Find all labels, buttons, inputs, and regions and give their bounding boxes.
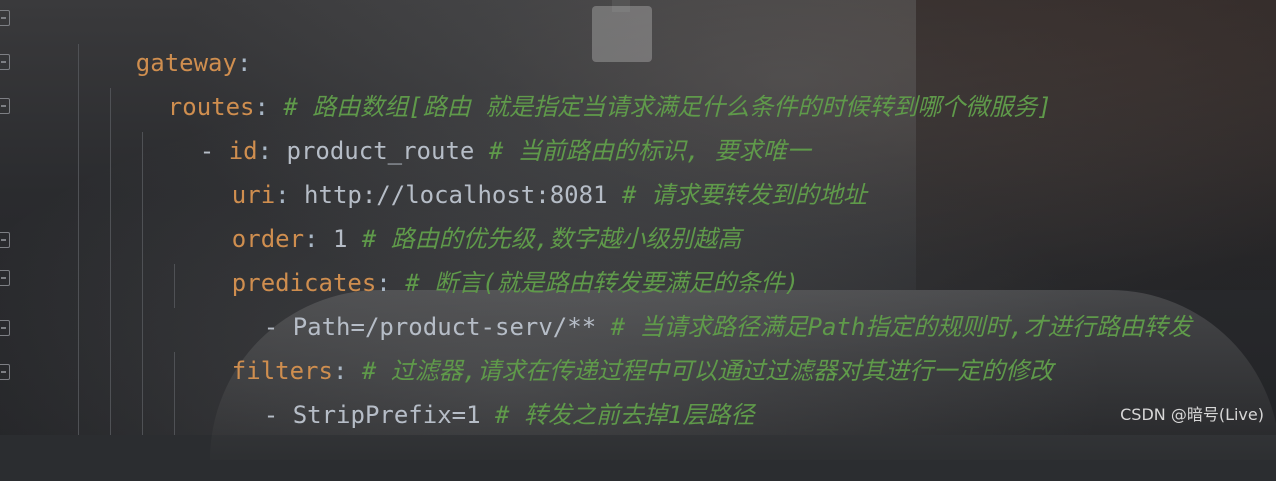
watermark-label: CSDN @暗号(Live): [1120, 405, 1264, 424]
code-line[interactable]: order: 1 # 路由的优先级,数字越小级别越高: [174, 173, 741, 253]
editor-gutter: [0, 0, 46, 435]
yaml-value: StripPrefix=1: [292, 401, 495, 429]
code-line[interactable]: predicates: # 断言(就是路由转发要满足的条件): [174, 217, 799, 297]
fold-marker-icon[interactable]: [0, 10, 10, 26]
code-line[interactable]: uri: http://localhost:8081 # 请求要转发到的地址: [174, 129, 867, 209]
yaml-comment: # 转发之前去掉1层路径: [495, 401, 755, 429]
code-line[interactable]: filters: # 过滤器,请求在传递过程中可以通过过滤器对其进行一定的修改: [174, 305, 1053, 385]
fold-marker-icon[interactable]: [0, 98, 10, 114]
code-line[interactable]: - id: product_route # 当前路由的标识, 要求唯一: [142, 85, 811, 165]
fold-marker-icon[interactable]: [0, 270, 10, 286]
fold-marker-icon[interactable]: [0, 232, 10, 248]
fold-marker-icon[interactable]: [0, 320, 10, 336]
code-line[interactable]: - StripPrefix=1 # 转发之前去掉1层路径: [206, 349, 755, 429]
code-line[interactable]: gateway:: [78, 0, 252, 77]
fold-marker-icon[interactable]: [0, 54, 10, 70]
code-line[interactable]: routes: # 路由数组[路由 就是指定当请求满足什么条件的时候转到哪个微服…: [110, 41, 1052, 121]
list-dash: -: [263, 401, 293, 429]
fold-marker-icon[interactable]: [0, 364, 10, 380]
code-line[interactable]: - Path=/product-serv/** # 当请求路径满足Path指定的…: [206, 261, 1192, 341]
